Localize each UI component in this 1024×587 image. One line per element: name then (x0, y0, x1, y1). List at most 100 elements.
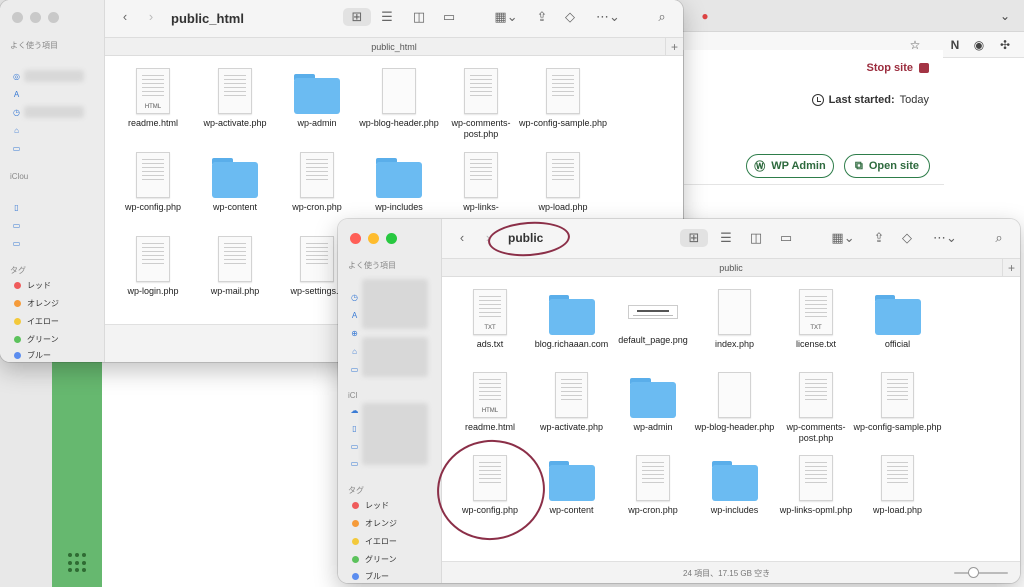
file-item[interactable]: wp-mail.php (189, 236, 281, 297)
shared-folder-icon[interactable]: ▭ (12, 239, 21, 248)
file-item[interactable]: index.php (689, 289, 781, 350)
tag-yellow[interactable]: イエロー (352, 536, 397, 547)
file-item[interactable]: wp-cron.php (271, 152, 363, 213)
desktop-icon[interactable]: ▭ (12, 221, 21, 230)
chevron-right-icon[interactable]: › (143, 8, 159, 26)
applications-icon[interactable]: A (350, 311, 359, 320)
minimize-button[interactable] (30, 12, 41, 23)
tag-icon[interactable]: ◇ (898, 229, 916, 247)
folder-icon[interactable]: ▭ (350, 365, 359, 374)
add-tab-button[interactable]: + (665, 38, 683, 56)
file-item[interactable]: wp-comments-post.php (770, 372, 862, 444)
more-icon[interactable]: ⋯⌄ (593, 8, 623, 26)
file-type-tag: TXT (484, 325, 496, 331)
open-site-button[interactable]: ⧉ Open site (844, 154, 930, 178)
file-item[interactable]: wp-links- (435, 152, 527, 213)
minimize-button[interactable] (368, 233, 379, 244)
applications-icon[interactable]: A (12, 90, 21, 99)
tag-orange[interactable]: オレンジ (14, 298, 59, 309)
file-item[interactable]: wp-content (189, 152, 281, 213)
tag-green[interactable]: グリーン (14, 334, 59, 345)
file-item[interactable]: wp-links-opml.php (770, 455, 862, 516)
add-tab-button[interactable]: + (1002, 259, 1020, 277)
extension-n-icon[interactable]: N (948, 38, 962, 52)
gallery-view-icon[interactable]: ▭ (437, 8, 461, 26)
file-item[interactable]: default_page.png (607, 289, 699, 346)
file-item[interactable]: TXT license.txt (770, 289, 862, 350)
file-item[interactable]: wp-includes (353, 152, 445, 213)
close-button[interactable] (350, 233, 361, 244)
shared-folder-icon[interactable]: ▭ (350, 459, 359, 468)
file-item[interactable]: wp-activate.php (526, 372, 618, 433)
tag-green[interactable]: グリーン (352, 554, 397, 565)
file-item[interactable]: wp-includes (689, 455, 781, 516)
file-item[interactable]: official (852, 289, 944, 350)
file-item[interactable]: wp-load.php (852, 455, 944, 516)
file-item[interactable]: wp-cron.php (607, 455, 699, 516)
grid-view-icon[interactable]: ⊞ (343, 8, 371, 26)
file-item[interactable]: wp-load.php (517, 152, 609, 213)
chevron-left-icon[interactable]: ‹ (454, 229, 470, 247)
folder-icon[interactable]: ▭ (12, 144, 21, 153)
recents-icon[interactable]: ◷ (350, 293, 359, 302)
file-item[interactable]: wp-blog-header.php (689, 372, 781, 433)
stop-site-button[interactable]: Stop site (867, 62, 929, 74)
tag-red[interactable]: レッド (352, 500, 389, 511)
apps-grid-icon[interactable] (68, 553, 88, 573)
group-icon[interactable]: ▦⌄ (491, 8, 521, 26)
gallery-view-icon[interactable]: ▭ (774, 229, 798, 247)
close-button[interactable] (12, 12, 23, 23)
list-view-icon[interactable]: ☰ (714, 229, 738, 247)
camera-icon[interactable]: ◉ (972, 38, 986, 52)
airdrop-icon[interactable]: ◎ (12, 72, 21, 81)
file-item[interactable]: wp-config-sample.php (852, 372, 944, 433)
column-view-icon[interactable]: ◫ (744, 229, 768, 247)
wp-admin-button[interactable]: Ⓦ WP Admin (746, 154, 834, 178)
home-icon[interactable]: ⌂ (12, 126, 21, 135)
chevron-left-icon[interactable]: ‹ (117, 8, 133, 26)
list-view-icon[interactable]: ☰ (375, 8, 399, 26)
file-item[interactable]: HTML readme.html (107, 68, 199, 129)
downloads-icon[interactable]: ⊕ (350, 329, 359, 338)
more-icon[interactable]: ⋯⌄ (930, 229, 960, 247)
share-icon[interactable]: ⇪ (870, 229, 888, 247)
group-icon[interactable]: ▦⌄ (828, 229, 858, 247)
document-icon[interactable]: ▯ (12, 203, 21, 212)
file-item[interactable]: TXT ads.txt (444, 289, 536, 350)
file-item[interactable]: wp-comments-post.php (435, 68, 527, 140)
tag-blue[interactable]: ブルー (14, 350, 51, 361)
document-icon[interactable]: ▯ (350, 424, 359, 433)
finder-sidebar: よく使う項目 ◎ A ◷ ⌂ ▭ iClou ▯ ▭ ▭ タグ レッド オレンジ… (0, 0, 105, 362)
file-item[interactable]: wp-admin (271, 68, 363, 129)
column-view-icon[interactable]: ◫ (407, 8, 431, 26)
desktop-icon[interactable]: ▭ (350, 442, 359, 451)
search-icon[interactable]: ⌕ (653, 8, 671, 26)
tag-icon[interactable]: ◇ (561, 8, 579, 26)
zoom-button[interactable] (386, 233, 397, 244)
file-item[interactable]: wp-config-sample.php (517, 68, 609, 129)
zoom-button[interactable] (48, 12, 59, 23)
icon-size-slider-track[interactable] (954, 572, 1008, 574)
file-item[interactable]: wp-login.php (107, 236, 199, 297)
stop-square-icon (919, 63, 929, 73)
last-started: Last started: Today (811, 94, 929, 106)
file-item[interactable]: wp-blog-header.php (353, 68, 445, 129)
file-item[interactable]: wp-admin (607, 372, 699, 433)
tag-orange[interactable]: オレンジ (352, 518, 397, 529)
icloud-drive-icon[interactable]: ☁ (350, 406, 359, 415)
recents-icon[interactable]: ◷ (12, 108, 21, 117)
file-item[interactable]: wp-activate.php (189, 68, 281, 129)
tag-yellow[interactable]: イエロー (14, 316, 59, 327)
file-item[interactable]: wp-config.php (107, 152, 199, 213)
file-item[interactable]: HTML readme.html (444, 372, 536, 433)
file-item[interactable]: blog.richaaan.com (526, 289, 618, 350)
window-control-icon[interactable]: ⌄ (998, 9, 1012, 23)
search-icon[interactable]: ⌕ (990, 229, 1008, 247)
tag-blue[interactable]: ブルー (352, 571, 389, 582)
extensions-puzzle-icon[interactable]: ✣ (998, 38, 1012, 52)
tag-red[interactable]: レッド (14, 280, 51, 291)
icon-size-slider-knob[interactable] (967, 567, 979, 578)
grid-view-icon[interactable]: ⊞ (680, 229, 708, 247)
share-icon[interactable]: ⇪ (533, 8, 551, 26)
home-icon[interactable]: ⌂ (350, 347, 359, 356)
